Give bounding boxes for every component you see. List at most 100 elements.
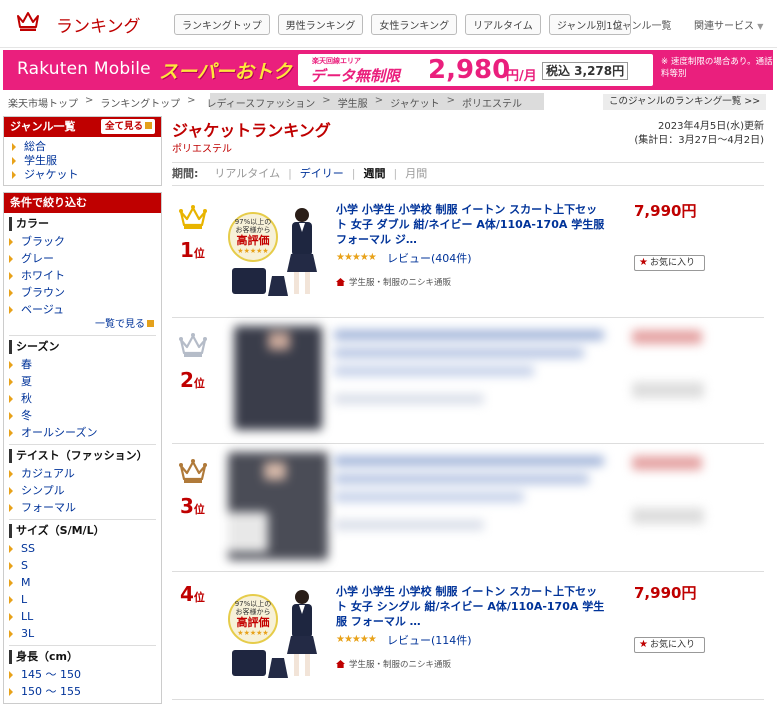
breadcrumb-item[interactable]: 学生服: [338, 95, 368, 110]
filter-option[interactable]: 冬: [9, 407, 156, 424]
filter-section-title: シーズン: [9, 340, 156, 354]
filter-box: 条件で絞り込む カラー ブラック グレー ホワイト ブラウン ベージュ 一覧で見る シーズン春…: [3, 192, 162, 704]
shop-link[interactable]: 学生服・制服のニシキ通販: [336, 276, 451, 288]
genre-list-link[interactable]: ジャンル一覧: [612, 17, 672, 32]
genre-item-label: 学生服: [24, 154, 57, 167]
filter-option[interactable]: ホワイト: [9, 267, 156, 284]
rank-suffix: 位: [193, 377, 205, 390]
period-realtime[interactable]: リアルタイム: [214, 163, 280, 185]
filter-option[interactable]: S: [9, 557, 156, 574]
genre-ranking-list-link[interactable]: このジャンルのランキング一覧 >>: [603, 94, 766, 110]
page-title: ジャケットランキング: [172, 121, 331, 140]
review-link[interactable]: レビュー(404件): [387, 250, 472, 266]
filter-option[interactable]: ブラウン: [9, 284, 156, 301]
filter-option[interactable]: 秋: [9, 390, 156, 407]
blurred-block: [334, 492, 524, 502]
chevron-down-icon: ▼: [757, 22, 764, 31]
breadcrumb-item[interactable]: 楽天市場トップ: [8, 95, 78, 110]
arrow-right-icon: [9, 238, 13, 246]
tab-realtime[interactable]: リアルタイム: [465, 14, 541, 35]
tab-female-ranking[interactable]: 女性ランキング: [371, 14, 458, 35]
banner-price-box: 楽天回線エリア データ無制限 2,980 円/月 税込 3,278円: [298, 54, 653, 86]
filter-option[interactable]: ブラック: [9, 233, 156, 250]
high-rating-badge: 97%以上の お客様から 高評価 ★★★★★: [228, 212, 278, 262]
arrow-right-icon: [9, 395, 13, 403]
filter-option-label: ブラック: [21, 235, 65, 248]
filter-option[interactable]: 145 ～ 150: [9, 666, 156, 683]
related-services-link[interactable]: 関連サービス ▼: [694, 17, 763, 32]
review-link[interactable]: レビュー(114件): [387, 632, 472, 648]
filter-option[interactable]: グレー: [9, 250, 156, 267]
filter-option[interactable]: 夏: [9, 373, 156, 390]
filter-option[interactable]: M: [9, 574, 156, 591]
filter-option[interactable]: L: [9, 591, 156, 608]
genre-box-header: ジャンル一覧 全て見る: [4, 117, 161, 137]
blurred-product-image: [228, 326, 328, 434]
rating-stars: ★★★★★: [336, 634, 377, 645]
breadcrumb-current: ポリエステル: [461, 99, 522, 110]
filter-option[interactable]: カジュアル: [9, 465, 156, 482]
breadcrumb-item[interactable]: ランキングトップ: [100, 95, 180, 110]
filter-section: カラー ブラック グレー ホワイト ブラウン ベージュ 一覧で見る: [9, 213, 156, 335]
rank-suffix: 位: [193, 591, 205, 604]
genre-list: 総合 学生服 ジャケット: [4, 137, 161, 185]
arrow-right-icon: [12, 143, 16, 151]
period-divider: |: [351, 167, 356, 180]
filter-option[interactable]: LL: [9, 608, 156, 625]
filter-option[interactable]: 150 ～ 155: [9, 683, 156, 700]
shop-icon: [336, 278, 345, 286]
filter-section: 身長（cm） 145 ～ 150 150 ～ 155: [9, 645, 156, 703]
product-price: 7,990円: [634, 202, 697, 220]
filter-section: シーズン春夏秋冬オールシーズン: [9, 335, 156, 444]
see-list-link[interactable]: 一覧で見る: [9, 318, 156, 332]
favorite-button[interactable]: ★ お気に入り: [634, 637, 705, 653]
arrow-right-icon: [9, 361, 13, 369]
tab-ranking-top[interactable]: ランキングトップ: [174, 14, 270, 35]
star-icon: ★: [639, 257, 648, 268]
favorite-button[interactable]: ★ お気に入り: [634, 255, 705, 271]
genre-item[interactable]: 総合: [12, 140, 161, 154]
breadcrumb-item[interactable]: ジャケット: [390, 95, 440, 110]
updated-info: 2023年4月5日(水)更新 (集計日：3月27日～4月2日): [600, 120, 764, 148]
site-title[interactable]: ランキング: [56, 12, 141, 37]
product-image[interactable]: 97%以上の お客様から 高評価 ★★★★★: [224, 202, 328, 302]
period-daily[interactable]: デイリー: [300, 163, 344, 185]
filter-option[interactable]: 春: [9, 356, 156, 373]
shop-icon: [336, 660, 345, 668]
see-all-button[interactable]: 全て見る: [100, 119, 155, 134]
page-subtitle[interactable]: ポリエステル: [172, 140, 232, 155]
blurred-block: [334, 474, 589, 484]
genre-item[interactable]: ジャケット: [12, 168, 161, 182]
shop-name: 学生服・制服のニシキ通販: [349, 278, 452, 288]
period-weekly[interactable]: 週間: [364, 163, 386, 185]
tab-male-ranking[interactable]: 男性ランキング: [277, 14, 364, 35]
filter-option-label: 秋: [21, 392, 32, 405]
favorite-label: お気に入り: [649, 640, 695, 650]
filter-option[interactable]: SS: [9, 540, 156, 557]
breadcrumb-item[interactable]: レディースファッション: [206, 95, 315, 110]
genre-item[interactable]: 学生服: [12, 154, 161, 168]
product-name-link[interactable]: 小学 小学生 小学校 制服 イートン スカート上下セット 女子 ダブル 紺/ネイ…: [336, 202, 606, 247]
filter-option[interactable]: フォーマル: [9, 499, 156, 516]
crown-logo-icon[interactable]: [16, 10, 40, 32]
blurred-block: [334, 366, 534, 376]
filter-option[interactable]: 3L: [9, 625, 156, 642]
breadcrumb-separator: >: [85, 95, 94, 106]
blurred-block: [334, 456, 604, 466]
blurred-block: [228, 512, 268, 552]
filter-option-label: L: [21, 593, 28, 606]
filter-option-label: S: [21, 559, 28, 572]
arrow-right-icon: [9, 378, 13, 386]
product-image[interactable]: 97%以上の お客様から 高評価 ★★★★★: [224, 584, 328, 684]
period-monthly[interactable]: 月間: [405, 163, 427, 185]
rakuten-mobile-banner[interactable]: Rakuten Mobile スーパーおトク 楽天回線エリア データ無制限 2,…: [3, 50, 773, 90]
filter-option-label: M: [21, 576, 31, 589]
filter-option[interactable]: オールシーズン: [9, 424, 156, 441]
shop-link[interactable]: 学生服・制服のニシキ通販: [336, 658, 451, 670]
filter-option[interactable]: ベージュ: [9, 301, 156, 318]
product-name-link[interactable]: 小学 小学生 小学校 制服 イートン スカート上下セット 女子 シングル 紺/ネ…: [336, 584, 606, 629]
arrow-right-icon: [9, 412, 13, 420]
square-icon: [147, 320, 154, 327]
filter-option[interactable]: シンプル: [9, 482, 156, 499]
filter-option-label: 冬: [21, 409, 32, 422]
